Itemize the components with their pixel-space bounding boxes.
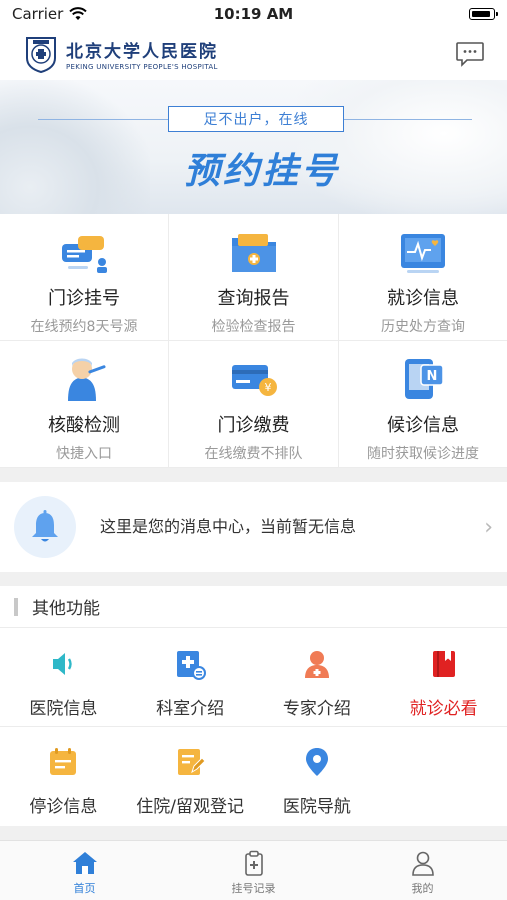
home-icon — [72, 852, 97, 874]
message-center[interactable]: 这里是您的消息中心，当前暂无信息 › — [0, 482, 507, 572]
other-functions-header: 其他功能 — [0, 586, 507, 628]
service-visit-info[interactable]: 就诊信息 历史处方查询 — [339, 214, 507, 341]
logo-title-en: PEKING UNIVERSITY PEOPLE'S HOSPITAL — [66, 63, 218, 71]
service-report-query[interactable]: 查询报告 检验检查报告 — [169, 214, 339, 341]
calendar-icon — [50, 748, 77, 775]
message-center-text: 这里是您的消息中心，当前暂无信息 — [100, 517, 357, 536]
tab-home[interactable]: 首页 — [0, 841, 169, 900]
hospital-emblem-icon — [26, 37, 56, 74]
service-nucleic-test[interactable]: 核酸检测 快捷入口 — [0, 341, 169, 468]
func-hospital-info[interactable]: 医院信息 — [0, 630, 127, 726]
battery-icon — [469, 8, 498, 20]
service-outpatient-payment[interactable]: ¥ 门诊缴费 在线缴费不排队 — [169, 341, 339, 468]
row-divider — [0, 726, 507, 727]
func-inpatient-registration[interactable]: 住院/留观登记 — [127, 728, 254, 824]
medical-record-icon — [401, 234, 445, 273]
carrier-label: Carrier — [12, 5, 64, 23]
wifi-icon — [69, 7, 88, 20]
section-separator — [0, 826, 507, 840]
department-icon — [177, 651, 207, 680]
payment-card-icon: ¥ — [231, 365, 277, 396]
queue-notice-icon: N — [405, 359, 444, 399]
function-row-1: 医院信息 科室介绍 专家介绍 就诊必看 — [0, 630, 507, 726]
func-hospital-navigation[interactable]: 医院导航 — [254, 728, 381, 824]
func-visit-must-read[interactable]: 就诊必看 — [380, 630, 507, 726]
message-bubble-icon[interactable] — [455, 41, 485, 67]
section-separator — [0, 572, 507, 586]
function-row-2: 停诊信息 住院/留观登记 医院导航 — [0, 728, 507, 824]
hospital-logo: 北京大学人民医院 PEKING UNIVERSITY PEOPLE'S HOSP… — [24, 34, 218, 74]
service-grid: 门诊挂号 在线预约8天号源 查询报告 检验检查报告 就诊信息 历史处方查询 核酸… — [0, 214, 507, 468]
service-waiting-info[interactable]: N 候诊信息 随时获取候诊进度 — [339, 341, 507, 468]
svg-text:¥: ¥ — [264, 381, 271, 394]
book-icon — [432, 651, 455, 677]
location-pin-icon — [305, 748, 328, 776]
doctor-icon — [304, 651, 329, 678]
user-icon — [411, 851, 434, 876]
tab-registration-records[interactable]: 挂号记录 — [169, 841, 338, 900]
func-department-intro[interactable]: 科室介绍 — [127, 630, 254, 726]
nucleic-test-icon — [68, 358, 106, 401]
edit-form-icon — [178, 749, 206, 775]
svg-text:N: N — [427, 369, 438, 384]
banner-title: 预约挂号 — [183, 151, 340, 192]
app-header: 北京大学人民医院 PEKING UNIVERSITY PEOPLE'S HOSP… — [0, 28, 507, 80]
appointment-icon — [62, 236, 107, 273]
tab-profile[interactable]: 我的 — [338, 841, 507, 900]
func-suspension-info[interactable]: 停诊信息 — [0, 728, 127, 824]
status-bar: Carrier 10:19 AM — [0, 0, 507, 28]
logo-title-cn: 北京大学人民医院 — [66, 42, 218, 62]
banner-tagline: 足不出户，在线 — [168, 106, 344, 132]
bottom-tab-bar: 首页 挂号记录 我的 — [0, 840, 507, 900]
report-folder-icon — [231, 234, 276, 272]
chevron-right-icon: › — [484, 514, 493, 540]
service-outpatient-registration[interactable]: 门诊挂号 在线预约8天号源 — [0, 214, 169, 341]
other-functions-title: 其他功能 — [32, 599, 100, 619]
bell-icon — [14, 496, 76, 558]
func-expert-intro[interactable]: 专家介绍 — [254, 630, 381, 726]
clipboard-icon — [244, 850, 263, 876]
speaker-icon — [53, 653, 73, 675]
section-separator — [0, 468, 507, 482]
promo-banner[interactable]: 足不出户，在线 预约挂号 — [0, 80, 507, 214]
